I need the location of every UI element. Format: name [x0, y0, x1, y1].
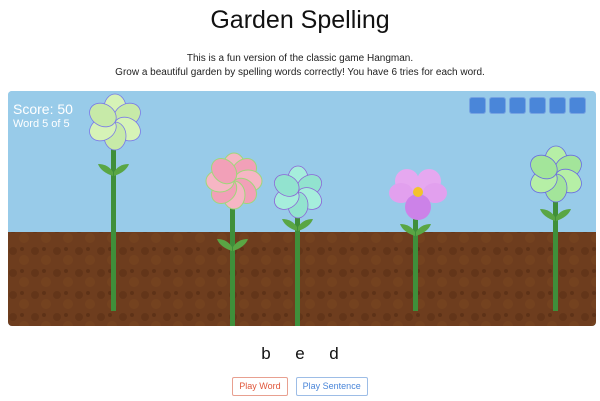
play-word-button[interactable]: Play Word [232, 377, 288, 396]
intro-line-1: This is a fun version of the classic gam… [186, 53, 414, 64]
spelled-word: bed [0, 344, 600, 364]
intro-line-2: Grow a beautiful garden by spelling word… [115, 67, 485, 78]
word-progress-label: Word 5 of 5 [13, 118, 70, 130]
word-letter: b [261, 344, 271, 363]
play-sentence-button[interactable]: Play Sentence [295, 377, 368, 396]
soil [8, 232, 596, 326]
try-box [569, 97, 586, 114]
try-box [469, 97, 486, 114]
try-box [529, 97, 546, 114]
garden-scene: Score: 50 Word 5 of 5 [8, 91, 596, 326]
try-box [489, 97, 506, 114]
word-letter: e [295, 344, 305, 363]
try-box [509, 97, 526, 114]
page-title: Garden Spelling [210, 6, 390, 34]
tries-remaining [469, 97, 586, 114]
try-box [549, 97, 566, 114]
score-label: Score: 50 [13, 101, 73, 117]
audio-buttons: Play Word Play Sentence [0, 377, 600, 396]
word-letter: d [329, 344, 339, 363]
garden-svg [8, 91, 596, 326]
intro-text: This is a fun version of the classic gam… [0, 52, 600, 80]
